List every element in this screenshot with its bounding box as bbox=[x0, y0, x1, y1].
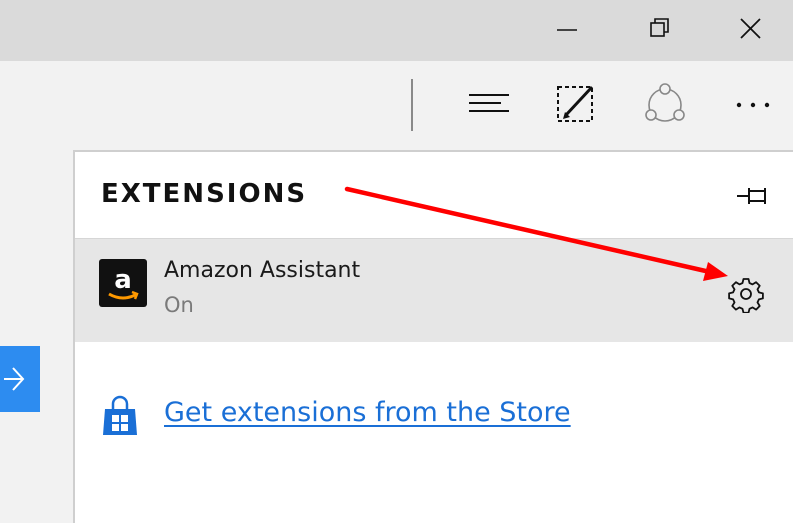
extension-settings-button[interactable] bbox=[727, 275, 765, 314]
extension-name: Amazon Assistant bbox=[164, 258, 361, 283]
extension-item-amazon-assistant[interactable]: a Amazon Assistant On bbox=[75, 239, 793, 342]
amazon-logo-icon: a bbox=[99, 259, 147, 307]
extensions-panel: EXTENSIONS a Amazon Assistant On Get ext… bbox=[73, 150, 793, 523]
pin-button[interactable] bbox=[735, 182, 771, 210]
get-extensions-store-link[interactable]: Get extensions from the Store bbox=[164, 397, 571, 428]
toolbar-separator bbox=[411, 79, 413, 131]
hub-icon bbox=[469, 94, 509, 112]
restore-button[interactable] bbox=[636, 0, 682, 61]
gear-icon bbox=[728, 278, 764, 314]
store-bag-icon bbox=[103, 395, 137, 435]
share-button[interactable] bbox=[637, 77, 693, 133]
title-bar bbox=[0, 0, 793, 61]
close-icon bbox=[740, 18, 761, 39]
restore-icon bbox=[650, 18, 669, 37]
share-icon bbox=[645, 83, 685, 122]
minimize-button[interactable] bbox=[543, 0, 589, 61]
page-arrow-button[interactable] bbox=[0, 346, 40, 412]
arrow-right-icon bbox=[4, 367, 25, 391]
close-button[interactable] bbox=[727, 0, 773, 61]
extension-status: On bbox=[164, 293, 194, 317]
pin-icon bbox=[737, 188, 766, 204]
minimize-icon bbox=[557, 29, 577, 31]
more-icon bbox=[736, 102, 770, 108]
logo-letter: a bbox=[114, 265, 132, 295]
more-button[interactable] bbox=[725, 77, 781, 133]
web-note-button[interactable] bbox=[548, 77, 604, 133]
hub-button[interactable] bbox=[461, 77, 517, 133]
web-note-icon bbox=[557, 85, 594, 122]
panel-title: EXTENSIONS bbox=[101, 179, 308, 209]
browser-toolbar bbox=[0, 61, 793, 151]
